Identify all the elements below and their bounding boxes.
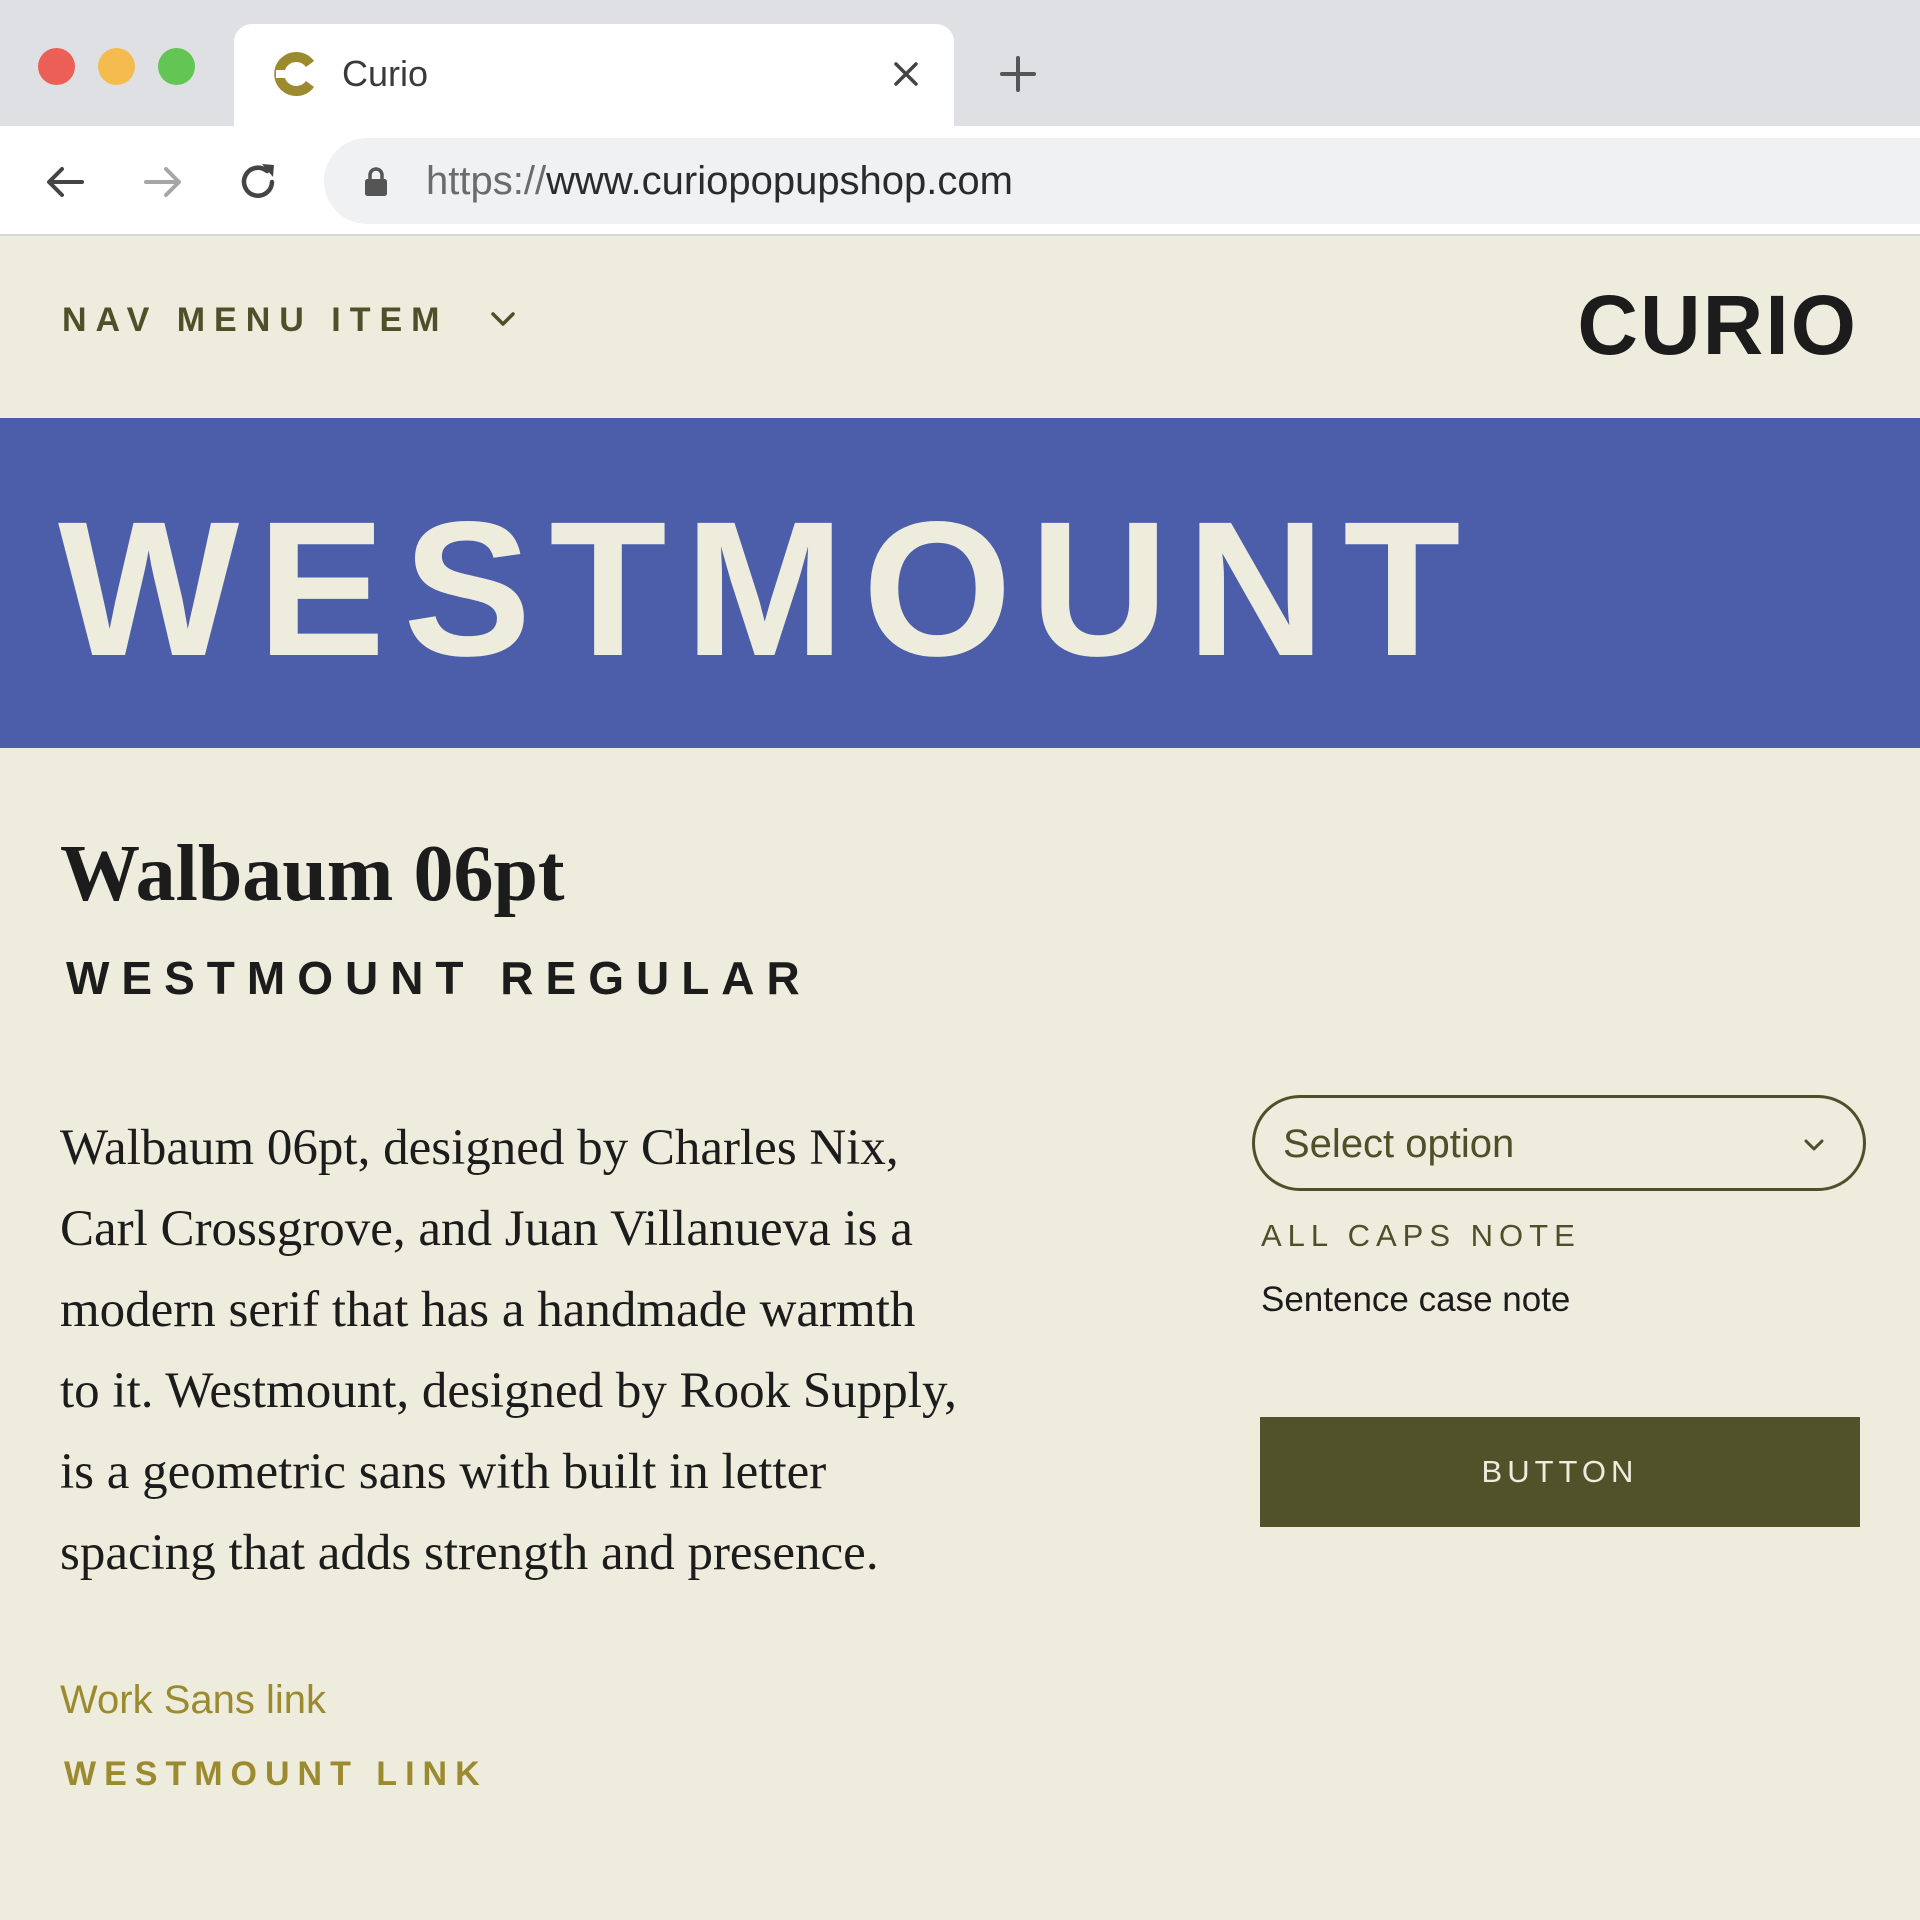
lock-icon: [365, 167, 387, 196]
url-host: www.curiopopupshop.com: [546, 159, 1013, 203]
westmount-link[interactable]: WESTMOUNT LINK: [64, 1754, 488, 1794]
nav-menu-item[interactable]: NAV MENU ITEM: [62, 300, 448, 340]
all-caps-note: ALL CAPS NOTE: [1261, 1218, 1581, 1253]
work-sans-link[interactable]: Work Sans link: [60, 1676, 326, 1724]
forward-arrow-icon[interactable]: [140, 160, 184, 204]
primary-button[interactable]: BUTTON: [1260, 1417, 1860, 1527]
address-bar[interactable]: https://www.curiopopupshop.com: [324, 138, 1920, 224]
sentence-case-note: Sentence case note: [1261, 1280, 1571, 1319]
hero-title: WESTMOUNT: [58, 481, 1479, 696]
site-header: NAV MENU ITEM CURIO: [0, 238, 1920, 418]
window-close-button[interactable]: [38, 48, 75, 85]
browser-tab-bar: Curio: [0, 0, 1920, 134]
reload-icon[interactable]: [236, 160, 280, 204]
browser-toolbar: https://www.curiopopupshop.com: [0, 126, 1920, 236]
close-icon[interactable]: [886, 54, 926, 94]
body-line: Walbaum 06pt, designed by Charles Nix,: [60, 1120, 899, 1176]
body-line: spacing that adds strength and presence.: [60, 1525, 879, 1581]
body-line: Carl Crossgrove, and Juan Villanueva is …: [60, 1201, 913, 1257]
hero-banner: WESTMOUNT: [0, 418, 1920, 748]
chevron-down-icon: [1804, 1139, 1824, 1151]
chevron-down-icon[interactable]: [488, 304, 518, 334]
body-paragraph: Walbaum 06pt, designed by Charles Nix, C…: [60, 1108, 1180, 1594]
window-minimize-button[interactable]: [98, 48, 135, 85]
back-arrow-icon[interactable]: [44, 160, 88, 204]
page-heading: Walbaum 06pt: [60, 830, 565, 918]
option-select[interactable]: Select option: [1252, 1095, 1866, 1191]
site-logo[interactable]: CURIO: [1577, 282, 1858, 368]
body-line: is a geometric sans with built in letter: [60, 1444, 827, 1500]
browser-tab-active[interactable]: Curio: [234, 24, 954, 134]
tab-title: Curio: [342, 53, 429, 94]
page-subheading: WESTMOUNT REGULAR: [66, 952, 812, 1004]
url-text: https://www.curiopopupshop.com: [426, 157, 1013, 205]
plus-icon[interactable]: [996, 52, 1040, 96]
window-maximize-button[interactable]: [158, 48, 195, 85]
body-line: modern serif that has a handmade warmth: [60, 1282, 916, 1338]
url-scheme: https://: [426, 159, 547, 203]
select-label: Select option: [1283, 1122, 1515, 1166]
curio-c-icon: [274, 52, 315, 96]
body-line: to it. Westmount, designed by Rook Suppl…: [60, 1363, 957, 1419]
